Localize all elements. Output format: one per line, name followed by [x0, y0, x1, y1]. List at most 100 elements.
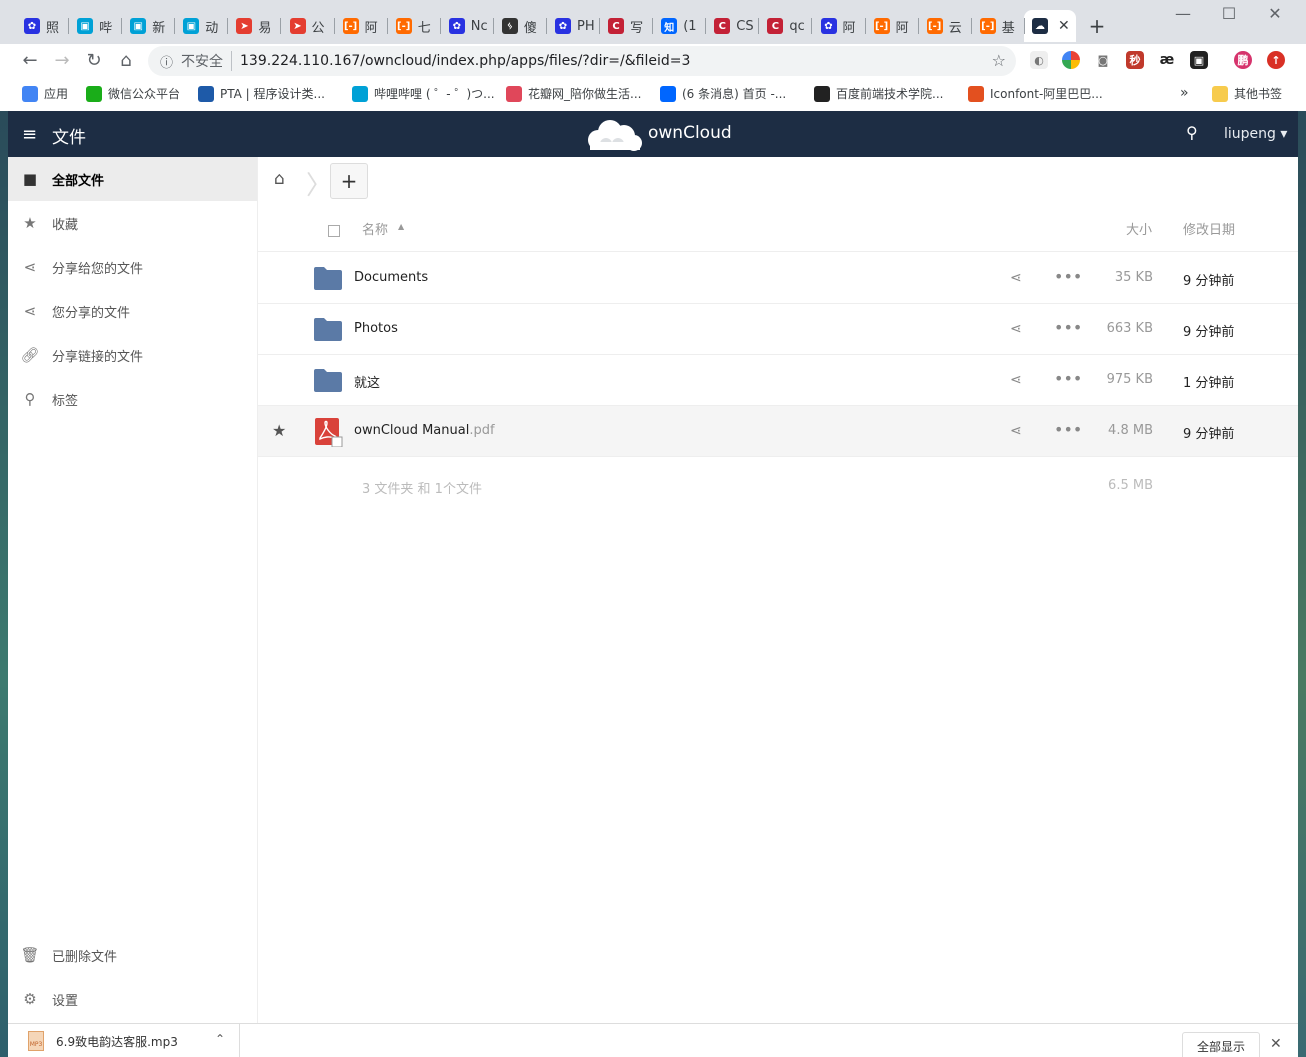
select-all-checkbox[interactable]	[328, 225, 340, 237]
more-actions-icon[interactable]: •••	[1054, 318, 1082, 337]
tab[interactable]: [-] 七	[388, 10, 441, 42]
tab[interactable]: ▣ 新	[122, 10, 176, 42]
new-tab-button[interactable]: +	[1086, 14, 1108, 38]
folder-icon	[314, 318, 342, 341]
tab[interactable]: [-] 基	[972, 10, 1025, 42]
tab-title: 阿	[895, 20, 909, 36]
nav-settings[interactable]: ⚙ 设置	[8, 977, 257, 1021]
baidu-paw-icon: ✿	[448, 18, 465, 34]
tab[interactable]: 知 (1	[653, 10, 707, 42]
forward-button[interactable]: →	[50, 50, 74, 71]
reload-button[interactable]: ↻	[82, 50, 106, 71]
bookmark-item[interactable]: 花瓣网_陪你做生活...	[506, 85, 641, 102]
url-text[interactable]: 139.224.110.167/owncloud/index.php/apps/…	[240, 53, 690, 69]
share-icon[interactable]: ⋖	[1010, 372, 1022, 388]
bookmark-item[interactable]: 微信公众平台	[86, 85, 180, 102]
tab[interactable]: ✿ 阿	[813, 10, 866, 42]
tab[interactable]: ✿ PH	[547, 10, 600, 42]
column-modified[interactable]: 修改日期	[1183, 219, 1235, 238]
bookmark-label: 微信公众平台	[108, 87, 181, 101]
profile-avatar[interactable]: 鹏	[1234, 51, 1252, 69]
bookmark-item[interactable]: (6 条消息) 首页 -...	[660, 85, 786, 102]
nav-all-files[interactable]: ■ 全部文件	[8, 157, 257, 201]
more-actions-icon[interactable]: •••	[1054, 267, 1082, 286]
user-name: liupeng	[1224, 126, 1276, 142]
tab[interactable]: ᛃ傻	[494, 10, 547, 42]
tab-active-owncloud[interactable]: ☁ ✕	[1024, 10, 1076, 42]
app-title[interactable]: 文件	[52, 123, 86, 148]
download-item[interactable]: MP3 6.9致电韵达客服.mp3 ⌃	[8, 1024, 240, 1057]
column-name[interactable]: 名称	[362, 219, 388, 238]
tab[interactable]: ➤ 易	[228, 10, 282, 42]
extension-camera-icon[interactable]: ◙	[1094, 51, 1112, 69]
trash-icon: 🗑︎	[20, 946, 40, 964]
nav-shared-with-you[interactable]: ⋖ 分享给您的文件	[8, 245, 257, 289]
nav-shared-with-others[interactable]: ⋖ 您分享的文件	[8, 289, 257, 333]
file-row[interactable]: ★ ownCloud Manual.pdf ⋖ ••• 4.8 MB 9 分钟前	[258, 406, 1298, 457]
bookmark-star-icon[interactable]: ☆	[992, 51, 1006, 70]
bookmarks-overflow[interactable]: »	[1180, 85, 1189, 101]
new-file-button[interactable]: +	[330, 163, 368, 199]
more-actions-icon[interactable]: •••	[1054, 369, 1082, 388]
tab[interactable]: ➤ 公	[282, 10, 335, 42]
tab[interactable]: C写	[600, 10, 654, 42]
tab[interactable]: ▣ 动	[175, 10, 229, 42]
extension-color-icon[interactable]	[1062, 51, 1080, 69]
extension-ae-icon[interactable]: æ	[1158, 51, 1176, 69]
hamburger-menu-icon[interactable]: ≡	[22, 124, 37, 145]
maximize-button[interactable]: ☐	[1214, 4, 1244, 23]
close-tab-icon[interactable]: ✕	[1058, 18, 1070, 34]
share-icon[interactable]: ⋖	[1010, 270, 1022, 286]
nav-deleted-files[interactable]: 🗑︎ 已删除文件	[8, 933, 257, 977]
file-row[interactable]: Documents ⋖ ••• 35 KB 9 分钟前	[258, 253, 1298, 304]
tab[interactable]: ▣ 哔	[69, 10, 123, 42]
other-bookmarks[interactable]: 其他书签	[1212, 85, 1282, 102]
share-icon: ⋖	[23, 302, 37, 320]
share-icon[interactable]: ⋖	[1010, 321, 1022, 337]
user-menu[interactable]: liupeng ▾	[1224, 126, 1287, 142]
bookmark-item[interactable]: 百度前端技术学院...	[814, 85, 943, 102]
home-breadcrumb-icon[interactable]: ⌂	[274, 169, 285, 189]
info-icon[interactable]: ⓘ	[160, 52, 173, 71]
home-button[interactable]: ⌂	[114, 50, 138, 71]
file-name[interactable]: ownCloud Manual.pdf	[354, 423, 495, 438]
extension-dark-icon[interactable]: ▣	[1190, 51, 1208, 69]
tab[interactable]: [-] 阿	[866, 10, 919, 42]
search-icon[interactable]: ⚲	[1186, 123, 1198, 142]
file-name[interactable]: Photos	[354, 321, 398, 336]
back-button[interactable]: ←	[18, 50, 42, 71]
extension-mouse-icon[interactable]: ◐	[1030, 51, 1048, 69]
bookmark-item[interactable]: 应用	[22, 85, 68, 102]
file-name[interactable]: Documents	[354, 270, 428, 285]
folder-icon	[1212, 85, 1228, 102]
show-all-downloads-button[interactable]: 全部显示	[1182, 1032, 1260, 1057]
update-icon[interactable]: ↑	[1267, 51, 1285, 69]
file-name[interactable]: 就这	[354, 372, 380, 391]
column-size[interactable]: 大小	[1126, 219, 1152, 238]
bookmark-item[interactable]: PTA | 程序设计类...	[198, 85, 325, 102]
more-actions-icon[interactable]: •••	[1054, 420, 1082, 439]
close-download-bar-icon[interactable]: ✕	[1270, 1036, 1282, 1052]
chevron-up-icon[interactable]: ⌃	[215, 1032, 225, 1046]
close-window-button[interactable]: ✕	[1260, 4, 1290, 23]
tab[interactable]: [-] 云	[919, 10, 972, 42]
share-icon[interactable]: ⋖	[1010, 423, 1022, 439]
tab[interactable]: ✿ Nc	[441, 10, 494, 42]
owncloud-logo-icon[interactable]	[582, 116, 646, 152]
bookmark-item[interactable]: Iconfont-阿里巴巴...	[968, 85, 1103, 102]
extension-miao-icon[interactable]: 秒	[1126, 51, 1144, 69]
minimize-button[interactable]: —	[1168, 4, 1198, 23]
nav-tags[interactable]: ⚲ 标签	[8, 377, 257, 421]
tab[interactable]: [-] 阿	[335, 10, 388, 42]
nav-shared-by-link[interactable]: 🔗︎ 分享链接的文件	[8, 333, 257, 377]
file-row[interactable]: Photos ⋖ ••• 663 KB 9 分钟前	[258, 304, 1298, 355]
tab[interactable]: C CS	[706, 10, 760, 42]
file-row[interactable]: 就这 ⋖ ••• 975 KB 1 分钟前	[258, 355, 1298, 406]
nav-favorites[interactable]: ★ 收藏	[8, 201, 257, 245]
address-bar[interactable]: ⓘ 不安全 139.224.110.167/owncloud/index.php…	[148, 46, 1016, 76]
share-icon: ⋖	[23, 258, 37, 276]
tab[interactable]: ✿ 照	[16, 10, 69, 42]
tab[interactable]: Cqc	[759, 10, 813, 42]
favorite-star-icon[interactable]: ★	[272, 421, 286, 440]
bookmark-item[interactable]: 哔哩哔哩 ( ゜- ゜)つ...	[352, 85, 495, 102]
